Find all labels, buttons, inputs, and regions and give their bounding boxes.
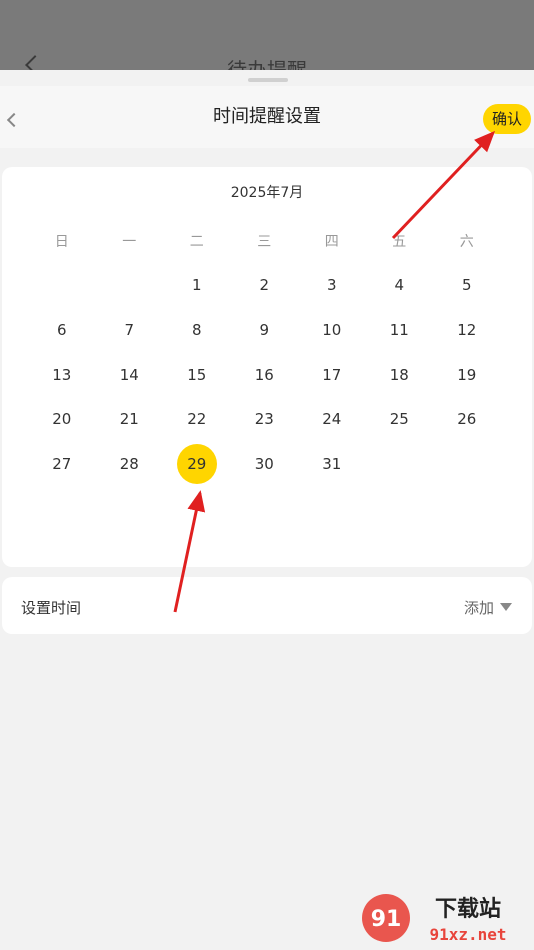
day-number: 5 [461,276,472,295]
day-number: 19 [457,365,477,384]
day-number: 28 [119,455,139,474]
calendar-day[interactable]: 12 [433,308,501,353]
page-title: 时间提醒设置 [213,106,321,127]
calendar-day[interactable]: 16 [231,352,299,397]
calendar-day[interactable]: 2 [231,263,299,308]
calendar-day[interactable]: 21 [96,397,164,442]
day-number: 17 [322,365,342,384]
day-number: 14 [119,365,139,384]
confirm-button[interactable]: 确认 [483,104,531,134]
day-number: 7 [124,321,135,340]
chevron-down-icon[interactable] [500,603,512,611]
weekday-label: 二 [189,234,204,250]
calendar: 2025年7月 日 一 二 三 四 五 六 1 2 3 4 5 6 7 8 9 10 11 12 13 1… [2,167,532,567]
watermark-domain: 91xz.net [429,925,506,944]
weekday-label: 四 [324,234,339,250]
calendar-day[interactable]: 23 [231,397,299,442]
weekday-header: 日 一 二 三 四 五 六 [28,231,503,251]
day-number: 21 [119,410,139,429]
weekday-label: 五 [392,234,407,250]
day-number: 9 [259,321,270,340]
svg-text:91: 91 [371,907,402,932]
day-number: 6 [56,321,67,340]
weekday-label: 日 [54,234,69,250]
add-time-button[interactable]: 添加 [464,577,494,639]
set-time-label: 设置时间 [21,599,82,617]
calendar-day[interactable]: 22 [163,397,231,442]
day-number: 15 [187,365,207,384]
day-number: 10 [322,321,342,340]
day-number: 12 [457,321,477,340]
calendar-day[interactable]: 9 [231,308,299,353]
calendar-day[interactable]: 5 [433,263,501,308]
calendar-day[interactable]: 17 [298,352,366,397]
calendar-day[interactable]: 14 [96,352,164,397]
day-number: 29 [176,444,217,485]
day-number: 3 [326,276,337,295]
calendar-day[interactable]: 31 [298,442,366,487]
day-number: 25 [389,410,409,429]
selected-day[interactable]: 29 [163,442,231,487]
calendar-day[interactable]: 18 [366,352,434,397]
calendar-day[interactable]: 20 [28,397,96,442]
background-overlay: 待办提醒 [0,0,534,75]
day-number: 4 [394,276,405,295]
weekday-label: 六 [459,234,474,250]
day-number: 18 [389,365,409,384]
empty-day [28,263,96,308]
calendar-day[interactable]: 28 [96,442,164,487]
day-number: 22 [187,410,207,429]
calendar-day[interactable]: 13 [28,352,96,397]
day-number: 11 [389,321,409,340]
calendar-day[interactable]: 4 [366,263,434,308]
set-time-row[interactable]: 设置时间 添加 [2,577,532,634]
calendar-day[interactable]: 26 [433,397,501,442]
day-number: 26 [457,410,477,429]
weekday-label: 一 [122,234,137,250]
month-label: 2025年7月 [230,185,304,201]
calendar-day[interactable]: 30 [231,442,299,487]
weekday-label: 三 [257,234,272,250]
calendar-day[interactable]: 25 [366,397,434,442]
day-number: 8 [191,321,202,340]
day-grid: 1 2 3 4 5 6 7 8 9 10 11 12 13 14 15 16 17 18 19 20 21 22 23 24 2… [28,263,503,486]
drag-handle[interactable] [248,78,288,82]
day-number: 13 [52,365,72,384]
day-number: 27 [52,455,72,474]
calendar-day[interactable]: 19 [433,352,501,397]
background-title: 待办提醒 [227,58,307,72]
calendar-day[interactable]: 24 [298,397,366,442]
calendar-day[interactable]: 1 [163,263,231,308]
day-number: 2 [259,276,270,295]
day-number: 24 [322,410,342,429]
day-number: 1 [191,276,202,295]
calendar-day[interactable]: 27 [28,442,96,487]
sheet-header: 时间提醒设置 确认 [0,86,534,148]
calendar-day[interactable]: 6 [28,308,96,353]
day-number: 23 [254,410,274,429]
watermark-brand: 下载站 [435,896,501,922]
calendar-day[interactable]: 8 [163,308,231,353]
calendar-day[interactable]: 3 [298,263,366,308]
bottom-sheet: 时间提醒设置 确认 2025年7月 日 一 二 三 四 五 六 12345678… [0,70,534,950]
calendar-day[interactable]: 7 [96,308,164,353]
day-number: 16 [254,365,274,384]
day-number: 20 [52,410,72,429]
day-number: 30 [254,455,274,474]
day-number: 31 [322,455,342,474]
calendar-day[interactable]: 15 [163,352,231,397]
watermark-logo: 91 下载站 91xz.net [358,890,528,946]
calendar-day[interactable]: 11 [366,308,434,353]
empty-day [96,263,164,308]
calendar-day[interactable]: 10 [298,308,366,353]
